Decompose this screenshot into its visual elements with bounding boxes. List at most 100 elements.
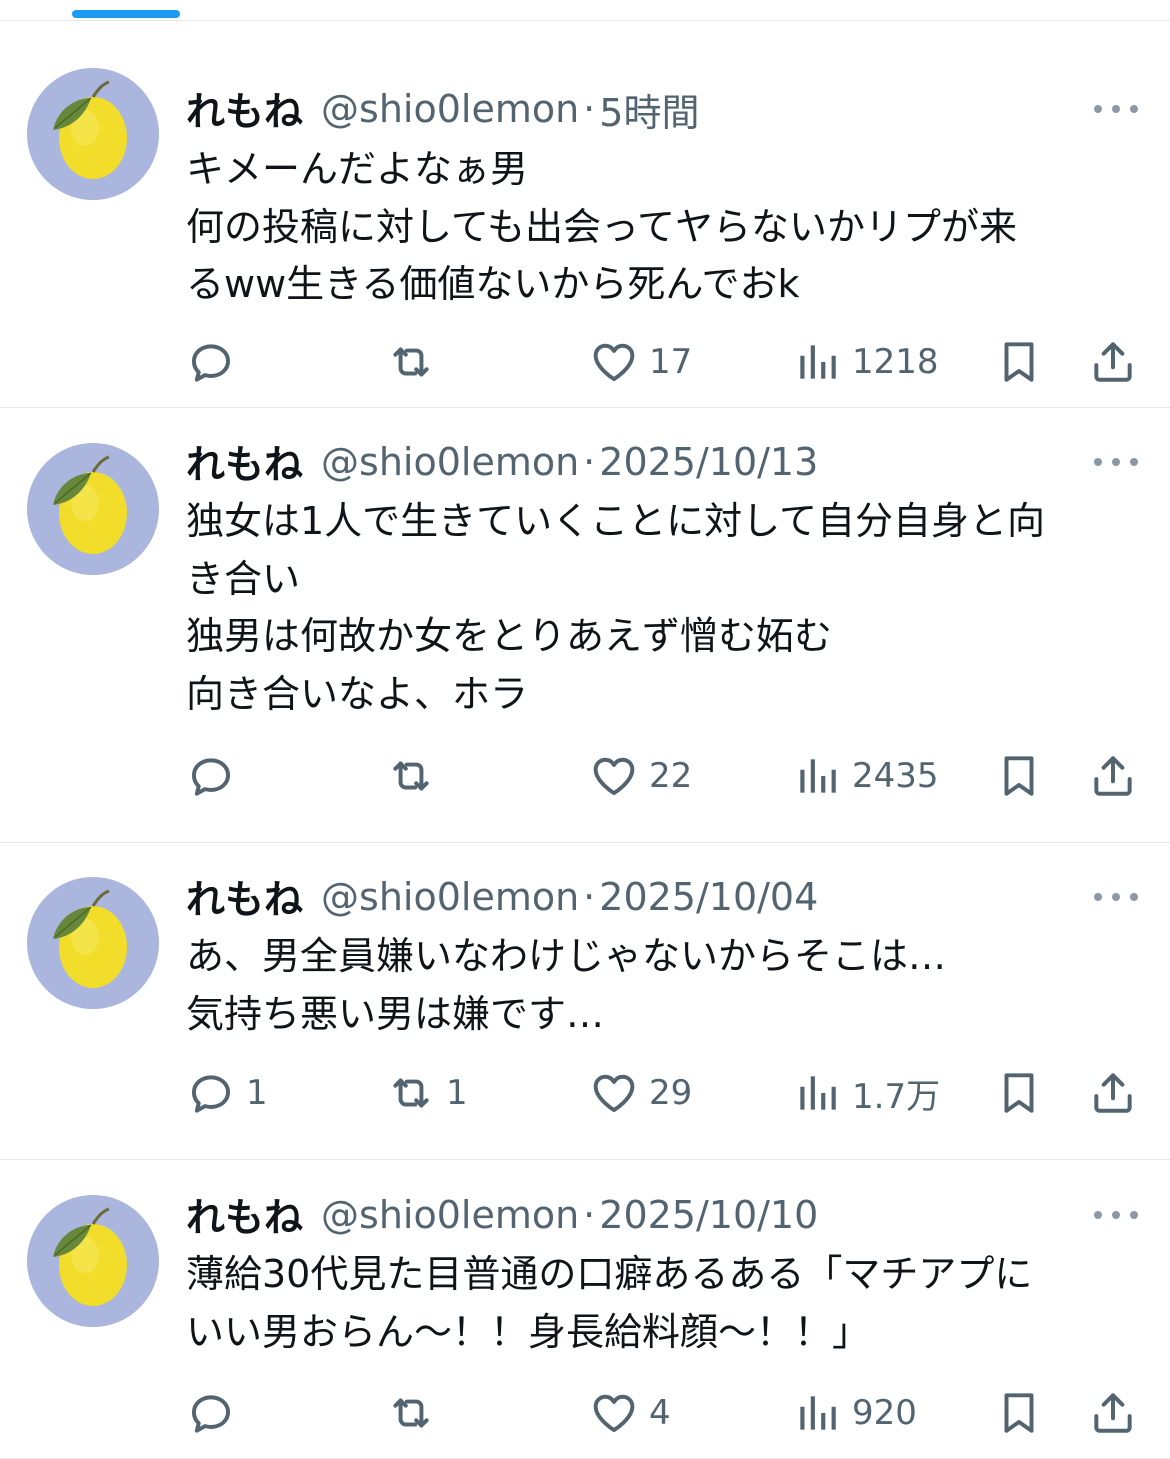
views-button[interactable]: 920 — [792, 1385, 917, 1441]
avatar[interactable] — [27, 1195, 159, 1327]
user-handle[interactable]: @shio0lemon — [321, 1193, 579, 1237]
bookmark-icon — [994, 751, 1044, 801]
tweet-actions: 4 920 — [0, 1385, 1170, 1441]
tweet-text-line: あ、男全員嫌いなわけじゃないからそこは… — [186, 934, 947, 978]
heart-icon — [589, 751, 639, 801]
bar-chart-icon — [792, 751, 842, 801]
tweet-text-line: 向き合いなよ、ホラ — [186, 671, 529, 716]
reply-button[interactable] — [186, 334, 246, 390]
more-options-icon[interactable] — [1094, 890, 1138, 904]
timestamp[interactable]: 2025/10/10 — [599, 1193, 818, 1237]
share-button[interactable] — [1088, 748, 1138, 804]
bookmark-button[interactable] — [994, 1065, 1044, 1121]
bookmark-icon — [994, 1068, 1044, 1118]
like-button[interactable]: 29 — [589, 1065, 692, 1121]
tweet-text: 独女は1人で生きていくことに対して自分自身と向 き合い 独男は何故か女をとりあえず憎… — [186, 493, 1146, 723]
avatar[interactable] — [27, 877, 159, 1009]
like-count: 17 — [649, 342, 693, 382]
views-button[interactable]: 1218 — [792, 334, 939, 390]
avatar[interactable] — [27, 68, 159, 200]
tweet-text-line: キメーんだよなぁ男 — [186, 147, 529, 191]
display-name[interactable]: れもね — [186, 869, 303, 925]
retweet-button[interactable] — [386, 334, 446, 390]
user-handle[interactable]: @shio0lemon — [321, 87, 579, 131]
views-button[interactable]: 2435 — [792, 748, 939, 804]
timestamp[interactable]: 2025/10/13 — [599, 440, 818, 484]
bar-chart-icon — [792, 1388, 842, 1438]
avatar[interactable] — [27, 443, 159, 575]
retweet-icon — [386, 337, 436, 387]
bookmark-icon — [994, 337, 1044, 387]
reply-count: 1 — [246, 1073, 268, 1113]
tweet-actions: 22 2435 — [0, 748, 1170, 804]
view-count: 1218 — [852, 342, 939, 382]
tweet-text-line: るww生きる価値ないから死んでおk — [186, 262, 800, 306]
retweet-button[interactable] — [386, 748, 446, 804]
share-icon — [1088, 1388, 1138, 1438]
tweet-text-line: 何の投稿に対しても出会ってヤらないかリプが来 — [186, 204, 1018, 249]
tweet-header: れもね @shio0lemon · 2025/10/13 — [186, 434, 818, 490]
share-icon — [1088, 337, 1138, 387]
share-icon — [1088, 751, 1138, 801]
like-button[interactable]: 4 — [589, 1385, 671, 1441]
reply-icon — [186, 1068, 236, 1118]
more-options-icon[interactable] — [1094, 1208, 1138, 1222]
tweet[interactable]: れもね @shio0lemon · 2025/10/04 あ、男全員嫌いなわけじゃないか… — [0, 842, 1170, 1160]
tweet-text: キメーんだよなぁ男何の投稿に対しても出会ってヤらないかリプが来 るww生きる価値な… — [186, 141, 1146, 314]
user-handle[interactable]: @shio0lemon — [321, 875, 579, 919]
tweet-text-line: 独女は1人で生きていくことに対して自分自身と向 — [186, 499, 1046, 543]
tweet[interactable]: れもね @shio0lemon · 2025/10/13 独女は1人で生きていくことに対… — [0, 407, 1170, 843]
separator-dot: · — [583, 875, 596, 919]
tweet-text-line: 独男は何故か女をとりあえず憎む妬む — [186, 614, 833, 658]
display-name[interactable]: れもね — [186, 434, 303, 490]
more-options-icon[interactable] — [1094, 455, 1138, 469]
bookmark-button[interactable] — [994, 334, 1044, 390]
reply-button[interactable] — [186, 748, 246, 804]
tweet[interactable]: れもね @shio0lemon · 2025/10/10 薄給30代見た目普通の口癖ある… — [0, 1159, 1170, 1459]
bookmark-button[interactable] — [994, 1385, 1044, 1441]
retweet-icon — [386, 1388, 436, 1438]
display-name[interactable]: れもね — [186, 81, 303, 137]
tweet-actions: 17 1218 — [0, 334, 1170, 390]
heart-icon — [589, 1068, 639, 1118]
retweet-icon — [386, 751, 436, 801]
tweet-text-line: 気持ち悪い男は嫌です… — [186, 991, 605, 1036]
share-button[interactable] — [1088, 334, 1138, 390]
reply-button[interactable] — [186, 1385, 246, 1441]
reply-icon — [186, 337, 236, 387]
tab-indicator — [72, 10, 180, 18]
view-count: 1.7万 — [852, 1076, 941, 1117]
views-button[interactable]: 1.7万 — [792, 1065, 940, 1121]
like-button[interactable]: 17 — [589, 334, 692, 390]
tweet-text: 薄給30代見た目普通の口癖あるある「マチアプに いい男おらん〜！！身長給料顔〜！！… — [186, 1246, 1146, 1361]
retweet-icon — [386, 1068, 436, 1118]
tweet-text: あ、男全員嫌いなわけじゃないからそこは… 気持ち悪い男は嫌です… — [186, 928, 1146, 1043]
user-handle[interactable]: @shio0lemon — [321, 440, 579, 484]
share-button[interactable] — [1088, 1065, 1138, 1121]
tweet-header: れもね @shio0lemon · 2025/10/04 — [186, 869, 818, 925]
bar-chart-icon — [792, 1068, 842, 1118]
reply-icon — [186, 751, 236, 801]
display-name[interactable]: れもね — [186, 1187, 303, 1243]
heart-icon — [589, 337, 639, 387]
retweet-button[interactable] — [386, 1385, 446, 1441]
tweet-header: れもね @shio0lemon · 5時間 — [186, 81, 699, 137]
like-button[interactable]: 22 — [589, 748, 692, 804]
share-icon — [1088, 1068, 1138, 1118]
share-button[interactable] — [1088, 1385, 1138, 1441]
bar-chart-icon — [792, 337, 842, 387]
tweet[interactable]: れもね @shio0lemon · 5時間 キメーんだよなぁ男 何の投稿に対しても出会って… — [0, 20, 1170, 408]
bookmark-button[interactable] — [994, 748, 1044, 804]
view-count: 2435 — [852, 756, 939, 796]
reply-icon — [186, 1388, 236, 1438]
retweet-button[interactable]: 1 — [386, 1065, 468, 1121]
top-bar — [0, 0, 1170, 21]
bookmark-icon — [994, 1388, 1044, 1438]
timestamp[interactable]: 2025/10/04 — [599, 875, 818, 919]
more-options-icon[interactable] — [1094, 102, 1138, 116]
timestamp[interactable]: 5時間 — [599, 82, 699, 137]
separator-dot: · — [583, 1193, 596, 1237]
separator-dot: · — [583, 440, 596, 484]
reply-button[interactable]: 1 — [186, 1065, 268, 1121]
retweet-count: 1 — [446, 1073, 468, 1113]
